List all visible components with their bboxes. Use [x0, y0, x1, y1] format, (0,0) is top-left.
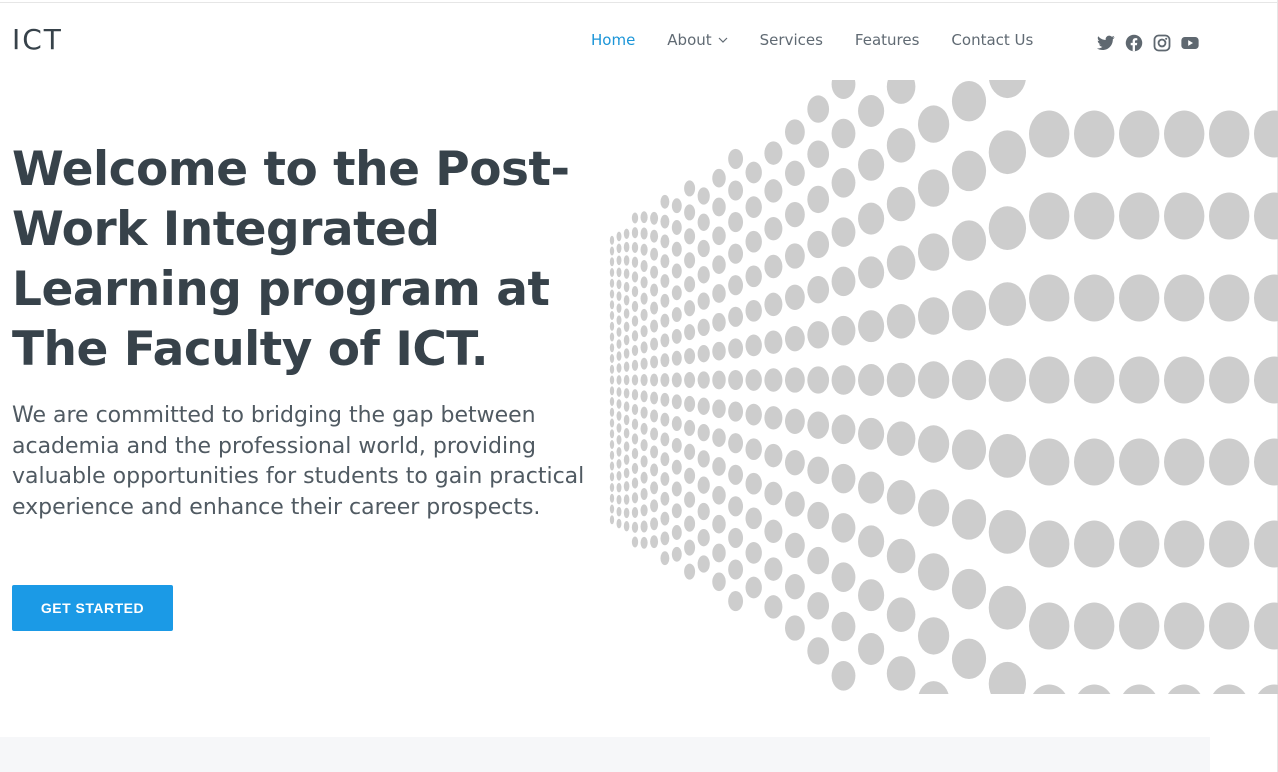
- nav-about[interactable]: About: [667, 31, 728, 49]
- nav-services-label: Services: [759, 31, 823, 49]
- youtube-icon: [1181, 37, 1199, 49]
- twitter-link[interactable]: [1096, 33, 1116, 53]
- instagram-link[interactable]: [1152, 33, 1172, 53]
- hero-title: Welcome to the Post-Work Integrated Lear…: [12, 142, 570, 377]
- nav-features-label: Features: [854, 31, 920, 49]
- nav-features[interactable]: Features: [855, 31, 920, 49]
- nav-contact-us[interactable]: Contact Us: [951, 31, 1033, 49]
- get-started-button[interactable]: GET STARTED: [12, 585, 173, 631]
- chevron-down-icon: [718, 37, 728, 43]
- social-links: [1096, 33, 1200, 53]
- hero-dot-pattern: [608, 80, 1278, 694]
- site-header: ICT Home About Services Features Contact…: [0, 3, 1278, 79]
- main-nav: Home About Services Features Contact Us: [591, 31, 1033, 49]
- nav-about-label: About: [667, 31, 712, 49]
- nav-home-label: Home: [591, 31, 636, 49]
- page: ICT Home About Services Features Contact…: [0, 0, 1278, 772]
- nav-contact-us-label: Contact Us: [951, 31, 1034, 49]
- facebook-icon: [1125, 34, 1143, 52]
- hero-description: We are committed to bridging the gap bet…: [12, 403, 585, 520]
- site-logo[interactable]: ICT: [12, 23, 63, 56]
- nav-services[interactable]: Services: [760, 31, 823, 49]
- youtube-link[interactable]: [1180, 33, 1200, 53]
- dot-pattern-graphic: [609, 80, 1278, 694]
- nav-home[interactable]: Home: [591, 31, 635, 49]
- facebook-link[interactable]: [1124, 33, 1144, 53]
- twitter-icon: [1097, 35, 1115, 50]
- next-section-band: [0, 737, 1210, 772]
- instagram-icon: [1153, 34, 1171, 52]
